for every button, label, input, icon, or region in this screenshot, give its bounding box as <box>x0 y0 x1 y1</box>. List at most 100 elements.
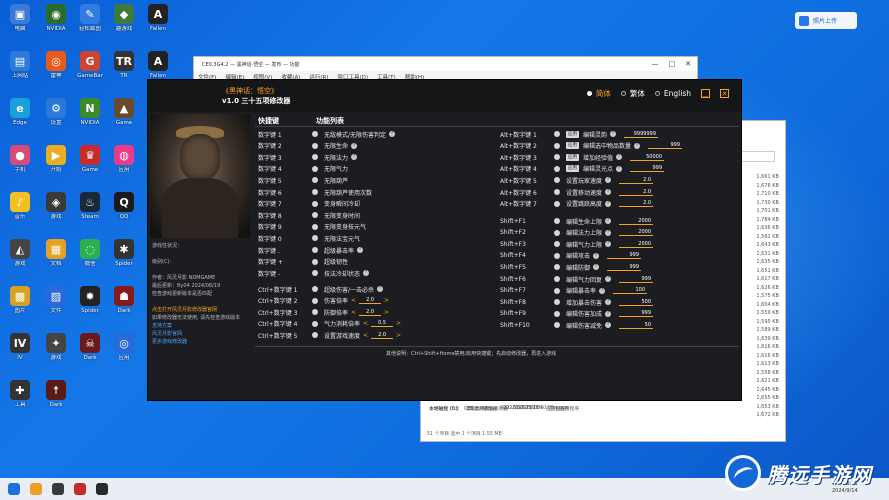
cheat-row[interactable]: Ctrl+数字键 2 伤害倍率 <2.0 > <box>258 296 392 306</box>
desktop-icon[interactable]: N NVIDIA <box>72 98 108 136</box>
cheat-value-input[interactable]: 2.0 <box>359 309 382 316</box>
desktop-icon[interactable]: ◎ 雷神 <box>38 51 74 89</box>
desktop-icon[interactable]: ♛ Game <box>72 145 108 183</box>
cheat-value-input[interactable]: 999 <box>619 276 654 283</box>
cheat-row[interactable]: 数字键 9 无限变身技元气 <box>258 222 366 232</box>
language-option[interactable]: English <box>654 89 691 98</box>
cheat-toggle[interactable] <box>554 299 560 306</box>
cheat-value-input[interactable]: 9999999 <box>624 131 659 138</box>
cheat-row[interactable]: 数字键 6 无限葫芦使用次数 <box>258 187 372 197</box>
help-icon[interactable]: ? <box>377 286 384 292</box>
cheat-row[interactable]: 数字键 8 无限变身时间 <box>258 210 360 220</box>
cheat-toggle[interactable] <box>312 142 318 149</box>
cheat-row[interactable]: Alt+数字键 5 设置玩家速度? 2.0 <box>500 175 654 185</box>
upload-widget[interactable]: 照片上传 <box>795 12 857 29</box>
decrease-arrow-icon[interactable]: < <box>351 297 356 304</box>
cheat-row[interactable]: Ctrl+数字键 1 超级伤害/一击必杀? <box>258 284 384 294</box>
cheat-toggle[interactable] <box>554 189 560 195</box>
cheat-toggle[interactable] <box>312 189 318 195</box>
cheat-row[interactable]: Shift+F3 编辑气力上限? 2000 <box>500 239 654 249</box>
info-link[interactable]: 更多游戏修改器 <box>152 338 248 346</box>
help-icon[interactable]: ? <box>605 322 612 329</box>
help-icon[interactable]: ? <box>616 165 623 172</box>
desktop-icon[interactable]: ▩ 图片 <box>2 286 38 324</box>
language-radio[interactable] <box>586 91 592 96</box>
cheat-row[interactable]: Alt+数字键 7 设置跳跃高度? 2.0 <box>500 199 654 209</box>
help-icon[interactable]: ? <box>351 154 358 161</box>
cheat-row[interactable]: 数字键 1 无敌模式/无限伤害判定? <box>258 129 396 139</box>
help-icon[interactable]: ? <box>593 252 600 259</box>
decrease-arrow-icon[interactable]: < <box>363 320 368 327</box>
cheat-toggle[interactable] <box>554 287 560 294</box>
help-icon[interactable]: ? <box>605 200 612 207</box>
cheat-row[interactable]: Alt+数字键 3 应用 增加经验值? 50000 <box>500 152 665 162</box>
desktop-icon[interactable]: ♪ 音乐 <box>2 192 38 230</box>
cheat-row[interactable]: Shift+F10 编辑伤害减免? 50 <box>500 320 654 330</box>
desktop-icon[interactable]: ✱ Spider <box>106 239 142 277</box>
cheat-value-input[interactable]: 2.0 <box>359 297 382 305</box>
desktop-icon[interactable]: ▨ 文件 <box>38 286 74 324</box>
close-icon[interactable]: ✕ <box>720 89 729 98</box>
help-icon[interactable]: ? <box>605 218 612 224</box>
cheat-row[interactable]: Shift+F6 编辑气力回复? 999 <box>500 274 654 284</box>
desktop-icon[interactable]: ▣ 电脑 <box>2 4 38 42</box>
desktop-icon[interactable]: ◎ 应用 <box>106 333 142 371</box>
info-link[interactable]: 支持方案 <box>152 322 248 330</box>
desktop-icon[interactable]: ♨ Steam <box>72 192 108 230</box>
apply-button[interactable]: 应用 <box>566 165 579 173</box>
desktop-icon[interactable]: ▶ 开始 <box>38 145 74 183</box>
cheat-row[interactable]: Ctrl+数字键 3 防御倍率 <2.0 > <box>258 307 392 317</box>
desktop-icon[interactable]: Q QQ <box>106 192 142 230</box>
desktop-icon[interactable]: ▲ Game <box>106 98 142 136</box>
help-icon[interactable]: ? <box>605 299 612 306</box>
cheat-value-input[interactable]: 999 <box>619 310 654 318</box>
cheat-value-input[interactable]: 0.5 <box>371 320 394 328</box>
cheat-toggle[interactable] <box>554 229 560 236</box>
cheat-value-input[interactable]: 50000 <box>630 154 665 161</box>
trainer-taskbar-icon[interactable] <box>96 483 108 495</box>
cheat-row[interactable]: Shift+F5 编辑防御? 999 <box>500 262 642 272</box>
cheat-row[interactable]: Alt+数字键 6 设置移动速度? 2.0 <box>500 187 654 197</box>
cheat-toggle[interactable] <box>554 218 560 224</box>
desktop-icon[interactable]: G GameBar <box>72 51 108 89</box>
help-icon[interactable]: ? <box>610 131 617 137</box>
desktop-icon[interactable]: ◉ NVIDIA <box>38 4 74 42</box>
cheat-row[interactable]: Alt+数字键 2 应用 编辑选中物品数量? 999 <box>500 141 683 151</box>
desktop-icon[interactable]: ◌ 微信 <box>72 239 108 277</box>
trainer-window[interactable]: 《黑神话：悟空》 v1.0 三十五项修改器 简体 繁体 English ▁ ✕ 游戏性状… <box>147 79 742 401</box>
cheat-row[interactable]: 数字键 0 无限法宝元气 <box>258 233 360 243</box>
cheat-toggle[interactable] <box>312 332 318 339</box>
cheat-toggle[interactable] <box>554 241 560 248</box>
apply-button[interactable]: 应用 <box>566 153 579 161</box>
help-icon[interactable]: ? <box>605 177 612 184</box>
desktop-icon[interactable]: ◆ 趣游戏 <box>106 4 142 42</box>
language-option[interactable]: 繁体 <box>620 88 645 99</box>
desktop-icon[interactable]: ◍ 应用 <box>106 145 142 183</box>
help-icon[interactable]: ? <box>634 142 641 149</box>
cheat-row[interactable]: Shift+F7 编辑暴击率? 100 <box>500 286 648 296</box>
cheat-toggle[interactable] <box>554 276 560 282</box>
desktop-icon[interactable]: ⚙ 设置 <box>38 98 74 136</box>
desktop-icon[interactable]: ◭ 游戏 <box>2 239 38 277</box>
desktop-icon[interactable]: ☗ Dark <box>106 286 142 324</box>
cheat-row[interactable]: Shift+F2 编辑法力上限? 2000 <box>500 228 654 238</box>
desktop-icon[interactable]: ☠ Dark <box>72 333 108 371</box>
cheat-value-input[interactable]: 999 <box>630 165 665 173</box>
info-link[interactable]: 点击打开风灵月影修改器官网 <box>152 306 248 314</box>
cheat-row[interactable]: Shift+F1 编辑生命上限? 2000 <box>500 216 654 226</box>
drive-label[interactable]: 本地磁盘 (G:) <box>429 405 459 412</box>
desktop-icon[interactable]: ✎ 轻松截图 <box>72 4 108 42</box>
cheat-toggle[interactable] <box>312 247 318 253</box>
cheat-toggle[interactable] <box>554 264 560 271</box>
language-radio[interactable] <box>620 91 626 96</box>
help-icon[interactable]: ? <box>605 189 612 195</box>
file-explorer-icon[interactable] <box>30 483 42 495</box>
cheat-toggle[interactable] <box>554 131 560 137</box>
cheat-toggle[interactable] <box>312 223 318 230</box>
decrease-arrow-icon[interactable]: < <box>363 332 368 339</box>
desktop-icon[interactable]: TR TR <box>106 51 142 89</box>
cheat-toggle[interactable] <box>312 320 318 327</box>
start-icon[interactable] <box>8 483 20 495</box>
desktop-icon[interactable]: ✦ 游戏 <box>38 333 74 371</box>
cheat-toggle[interactable] <box>312 165 318 172</box>
